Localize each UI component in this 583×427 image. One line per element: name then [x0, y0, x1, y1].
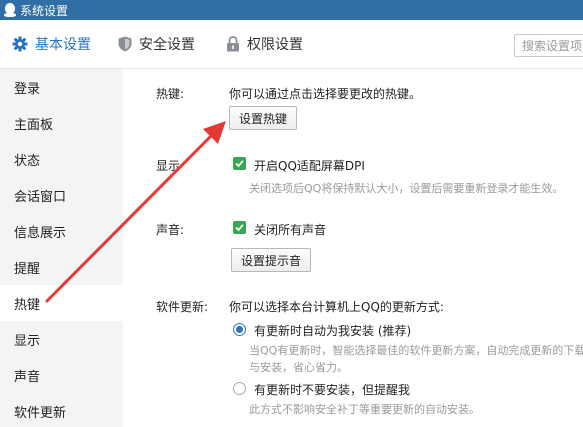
- set-alert-sound-button[interactable]: 设置提示音: [231, 248, 311, 272]
- dpi-checkbox[interactable]: [233, 157, 246, 170]
- tab-label: 安全设置: [139, 37, 195, 53]
- auto-install-radio[interactable]: [233, 323, 246, 336]
- sidebar-item-label: 软件更新: [14, 405, 67, 421]
- settings-tab-bar: 基本设置 安全设置 权限设置: [0, 20, 583, 69]
- hotkey-description: 你可以通过点击选择要更改的热键。: [229, 87, 422, 101]
- sidebar-item-login[interactable]: 登录: [0, 69, 123, 105]
- auto-install-hint-line1: 当QQ有更新时，智能选择最佳的软件更新方案，自动完成更新的下载: [249, 344, 583, 357]
- sidebar-item-sound[interactable]: 声音: [0, 357, 123, 393]
- sidebar-item-reminder[interactable]: 提醒: [0, 249, 123, 285]
- update-description: 你可以选择本台计算机上QQ的更新方式:: [229, 300, 444, 314]
- dpi-hint: 关闭选项后QQ将保持默认大小，设置后需要重新登录才能生效。: [249, 182, 564, 195]
- sidebar-item-label: 主面板: [14, 117, 54, 133]
- window-titlebar: 系统设置: [0, 0, 583, 20]
- checkmark-icon: [235, 160, 244, 168]
- sidebar-item-display[interactable]: 显示: [0, 321, 123, 357]
- checkmark-icon: [235, 224, 244, 232]
- gear-icon: [12, 36, 28, 52]
- dpi-checkbox-label: 开启QQ适配屏幕DPI: [254, 159, 365, 173]
- update-section-label: 软件更新:: [156, 300, 209, 314]
- set-hotkey-button[interactable]: 设置热键: [229, 106, 297, 130]
- notify-only-hint: 此方式不影响安全补丁等重要更新的自动安装。: [249, 403, 480, 416]
- mute-all-label: 关闭所有声音: [254, 223, 327, 237]
- settings-content: 热键: 你可以通过点击选择要更改的热键。 设置热键 显示 开启QQ适配屏幕DPI…: [123, 69, 583, 427]
- mute-all-checkbox[interactable]: [233, 221, 246, 234]
- window-title: 系统设置: [20, 3, 69, 18]
- hotkey-section-label: 热键:: [156, 87, 185, 101]
- settings-sidebar: 登录 主面板 状态 会话窗口 信息展示 提醒 热键 显示 声音 软件更新: [0, 69, 123, 427]
- shield-icon: [118, 36, 132, 52]
- lock-icon: [226, 36, 240, 52]
- notify-only-label: 有更新时不要安装，但提醒我: [254, 383, 411, 397]
- auto-install-label: 有更新时自动为我安装 (推荐): [254, 324, 412, 338]
- sidebar-item-hotkey[interactable]: 热键: [0, 285, 123, 321]
- sidebar-item-software-update[interactable]: 软件更新: [0, 393, 123, 427]
- sidebar-item-label: 登录: [14, 81, 41, 97]
- tab-label: 基本设置: [35, 37, 91, 53]
- sidebar-item-label: 会话窗口: [14, 189, 67, 205]
- auto-install-hint-line2: 与安装，省心省力。: [249, 361, 348, 374]
- sound-section-label: 声音:: [156, 223, 185, 237]
- tab-label: 权限设置: [247, 37, 303, 53]
- sidebar-item-chat-window[interactable]: 会话窗口: [0, 177, 123, 213]
- tab-security-settings[interactable]: 安全设置: [118, 20, 195, 69]
- sidebar-item-label: 显示: [14, 333, 41, 349]
- display-section-label: 显示: [156, 159, 181, 173]
- qq-penguin-icon: [4, 3, 16, 17]
- sidebar-item-main-panel[interactable]: 主面板: [0, 105, 123, 141]
- sidebar-item-label: 热键: [14, 297, 41, 313]
- sidebar-item-label: 声音: [14, 369, 41, 385]
- sidebar-item-label: 状态: [14, 153, 41, 169]
- tab-permission-settings[interactable]: 权限设置: [226, 20, 303, 69]
- notify-only-radio[interactable]: [233, 382, 246, 395]
- sidebar-item-status[interactable]: 状态: [0, 141, 123, 177]
- tab-basic-settings[interactable]: 基本设置: [12, 20, 91, 69]
- search-input[interactable]: [514, 34, 583, 57]
- sidebar-item-info-display[interactable]: 信息展示: [0, 213, 123, 249]
- sidebar-item-label: 提醒: [14, 261, 41, 277]
- sidebar-item-label: 信息展示: [14, 225, 67, 241]
